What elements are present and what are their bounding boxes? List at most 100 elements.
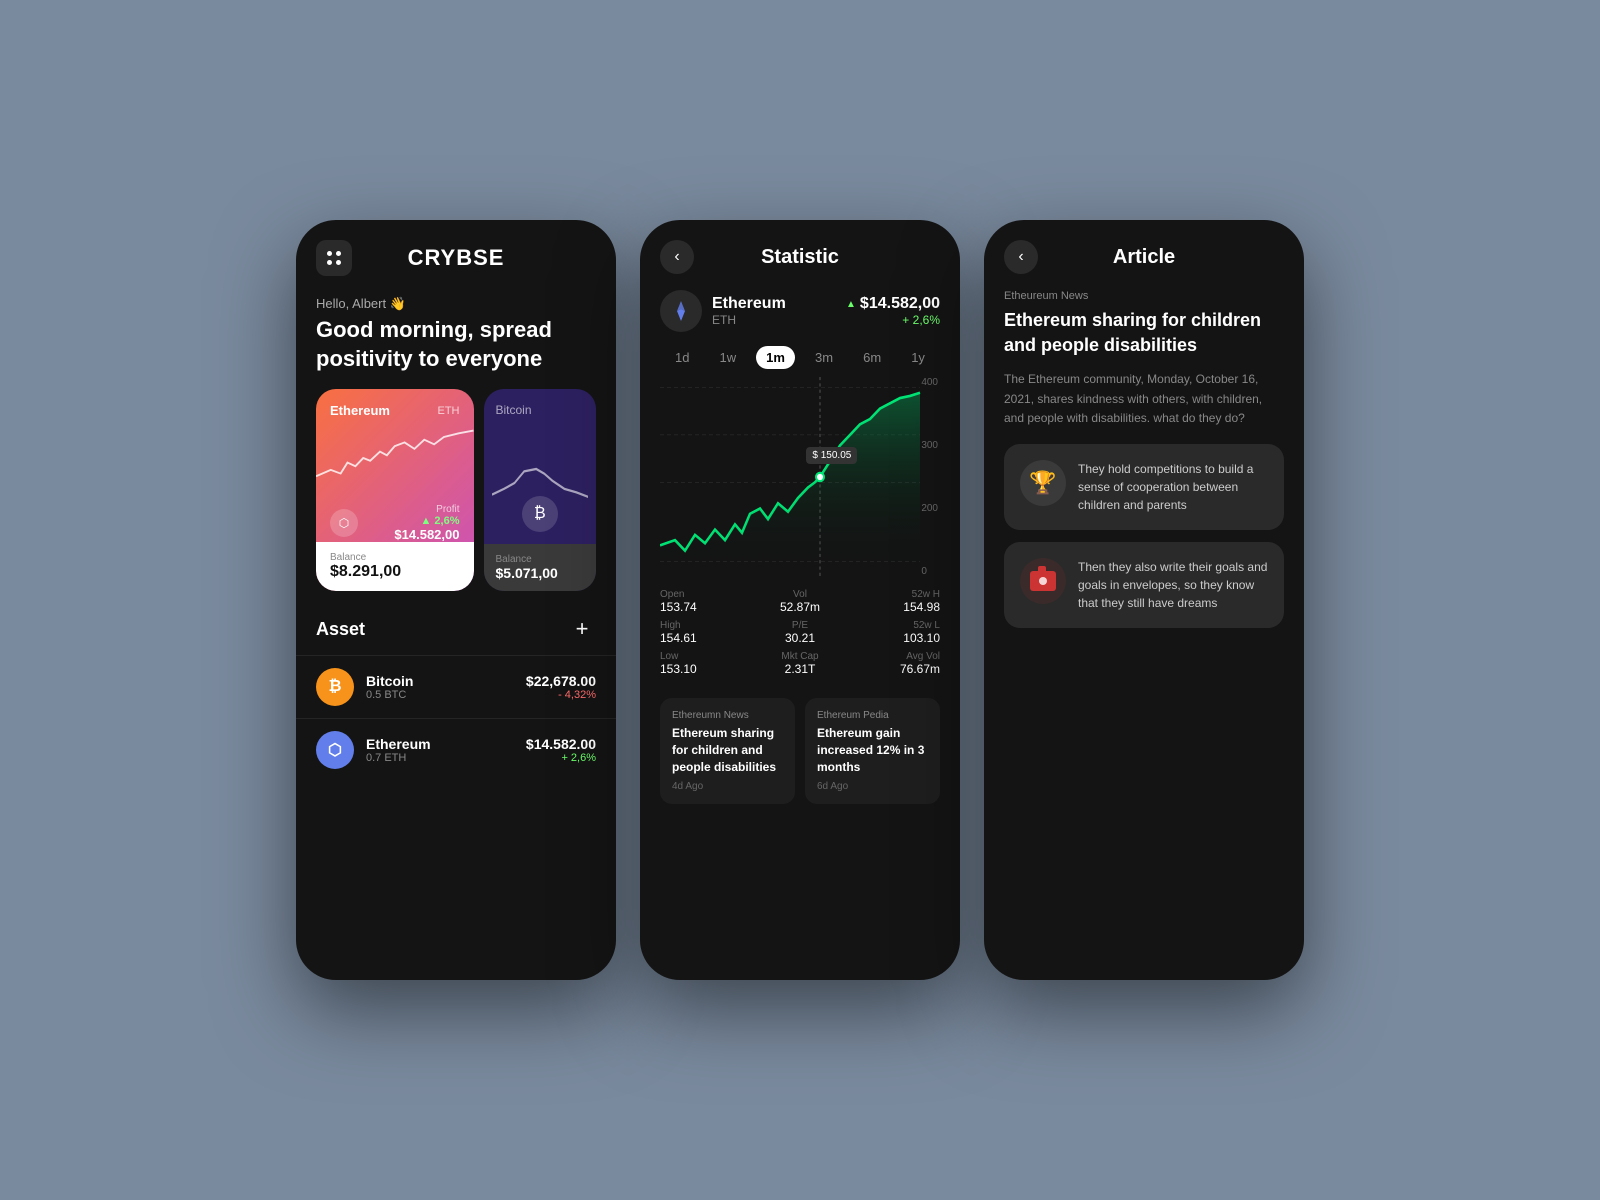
ethereum-asset-icon: ⬡ [316,731,354,769]
article-headline: Ethereum sharing for children and people… [984,308,1304,370]
article-card-1: 🏆 They hold competitions to build a sens… [1004,444,1284,530]
news-source-1: Ethereumn News [672,710,783,721]
statistic-title: Statistic [706,246,894,269]
eth-balance-section: Balance $8.291,00 [316,542,474,591]
profit-change: ▲ 2,6% [394,515,459,527]
camera-icon [1020,558,1066,604]
ethereum-change: + 2,6% [526,752,596,764]
time-tabs: 1d 1w 1m 3m 6m 1y [640,346,960,377]
tab-1d[interactable]: 1d [665,346,699,369]
app-logo: CRYBSE [408,245,505,271]
coin-name-block: Ethereum ETH [712,295,846,327]
news-card-2[interactable]: Ethereum Pedia Ethereum gain increased 1… [805,698,940,804]
article-title: Article [1050,246,1238,269]
asset-header: Asset + [296,615,616,655]
news-row: Ethereumn News Ethereum sharing for chil… [640,688,960,814]
bitcoin-price-val: $22,678.00 [526,673,596,689]
stat-pe: P/E 30.21 [755,620,844,645]
stat-low: Low 153.10 [660,651,749,676]
bitcoin-asset-row[interactable]: ₿ Bitcoin 0.5 BTC $22,678.00 - 4,32% [296,655,616,718]
article-card-text-2: Then they also write their goals and goa… [1078,558,1268,612]
profit-price: $14.582,00 [394,527,459,542]
btc-card-label: Bitcoin [496,403,585,417]
bitcoin-asset-sub: 0.5 BTC [366,689,526,701]
coin-price-block: ▲ $14.582,00 + 2,6% [846,295,940,327]
y-label-400: 400 [921,377,938,388]
tab-1m[interactable]: 1m [756,346,795,369]
eth-icon: ⬡ [330,509,358,537]
btc-balance-val: $5.071,00 [496,565,585,581]
article-card-2: Then they also write their goals and goa… [1004,542,1284,628]
btc-balance-label: Balance [496,554,585,565]
coin-price: $14.582,00 [860,295,940,313]
coin-info-row: Ethereum ETH ▲ $14.582,00 + 2,6% [640,290,960,346]
news-time-1: 4d Ago [672,781,783,792]
tab-6m[interactable]: 6m [853,346,891,369]
morning-message: Good morning, spread positivity to every… [296,316,616,389]
ethereum-asset-info: Ethereum 0.7 ETH [366,736,526,764]
phone-statistic: ‹ Statistic Ethereum ETH ▲ $14.582,00 + … [640,220,960,980]
article-body: The Ethereum community, Monday, October … [984,370,1304,444]
coin-price-change: + 2,6% [846,313,940,327]
asset-title: Asset [316,619,365,640]
btc-balance-section: Balance $5.071,00 [484,544,597,591]
chart-y-labels: 400 300 200 0 [921,377,938,577]
stat-mktcap: Mkt Cap 2.31T [755,651,844,676]
coin-symbol: ETH [712,313,846,327]
news-time-2: 6d Ago [817,781,928,792]
coin-name: Ethereum [712,295,846,313]
coin-icon-large [660,290,702,332]
ethereum-asset-price: $14.582.00 + 2,6% [526,736,596,764]
tab-1y[interactable]: 1y [901,346,935,369]
greeting-text: Hello, Albert 👋 [296,286,616,316]
tab-1w[interactable]: 1w [710,346,747,369]
chart-tooltip: $ 150.05 [806,447,857,464]
back-button-p2[interactable]: ‹ [660,240,694,274]
eth-card-tag: ETH [438,405,460,417]
eth-card-label: Ethereum [330,403,390,418]
add-asset-button[interactable]: + [568,615,596,643]
phone3-header: ‹ Article [984,220,1304,290]
menu-button[interactable] [316,240,352,276]
article-source: Etheureum News [984,290,1304,308]
stats-grid: Open 153.74 Vol 52.87m 52w H 154.98 High… [640,577,960,688]
bitcoin-change: - 4,32% [526,689,596,701]
tab-3m[interactable]: 3m [805,346,843,369]
phone-home: CRYBSE Hello, Albert 👋 Good morning, spr… [296,220,616,980]
price-chart: $ 150.05 400 300 200 0 [640,377,960,577]
btc-icon: ₿ [522,496,558,532]
y-label-300: 300 [921,440,938,451]
crypto-cards: Ethereum ETH ⬡ Profit ▲ 2,6% $14.582,00 [296,389,616,591]
back-button-p3[interactable]: ‹ [1004,240,1038,274]
profit-label: Profit [394,504,459,515]
bitcoin-card[interactable]: Bitcoin ₿ Balance $5.071,00 [484,389,597,591]
ethereum-price-val: $14.582.00 [526,736,596,752]
news-card-1[interactable]: Ethereumn News Ethereum sharing for chil… [660,698,795,804]
news-headline-2: Ethereum gain increased 12% in 3 months [817,725,928,775]
stat-52wl: 52w L 103.10 [851,620,940,645]
stat-high: High 154.61 [660,620,749,645]
bitcoin-asset-icon: ₿ [316,668,354,706]
trophy-icon: 🏆 [1020,460,1066,506]
ethereum-card[interactable]: Ethereum ETH ⬡ Profit ▲ 2,6% $14.582,00 [316,389,474,591]
eth-balance-label: Balance [330,552,460,563]
phone2-header: ‹ Statistic [640,220,960,290]
y-label-200: 200 [921,503,938,514]
news-headline-1: Ethereum sharing for children and people… [672,725,783,775]
ethereum-asset-row[interactable]: ⬡ Ethereum 0.7 ETH $14.582.00 + 2,6% [296,718,616,781]
phones-container: CRYBSE Hello, Albert 👋 Good morning, spr… [296,220,1304,980]
news-source-2: Ethereum Pedia [817,710,928,721]
ethereum-asset-name: Ethereum [366,736,526,752]
phone1-header: CRYBSE [296,220,616,286]
eth-balance-val: $8.291,00 [330,563,460,581]
bitcoin-asset-name: Bitcoin [366,673,526,689]
stat-52wh: 52w H 154.98 [851,589,940,614]
bitcoin-asset-info: Bitcoin 0.5 BTC [366,673,526,701]
stat-vol: Vol 52.87m [755,589,844,614]
ethereum-asset-sub: 0.7 ETH [366,752,526,764]
bitcoin-asset-price: $22,678.00 - 4,32% [526,673,596,701]
stat-avgvol: Avg Vol 76.67m [851,651,940,676]
phone-article: ‹ Article Etheureum News Ethereum sharin… [984,220,1304,980]
stat-open: Open 153.74 [660,589,749,614]
article-card-text-1: They hold competitions to build a sense … [1078,460,1268,514]
